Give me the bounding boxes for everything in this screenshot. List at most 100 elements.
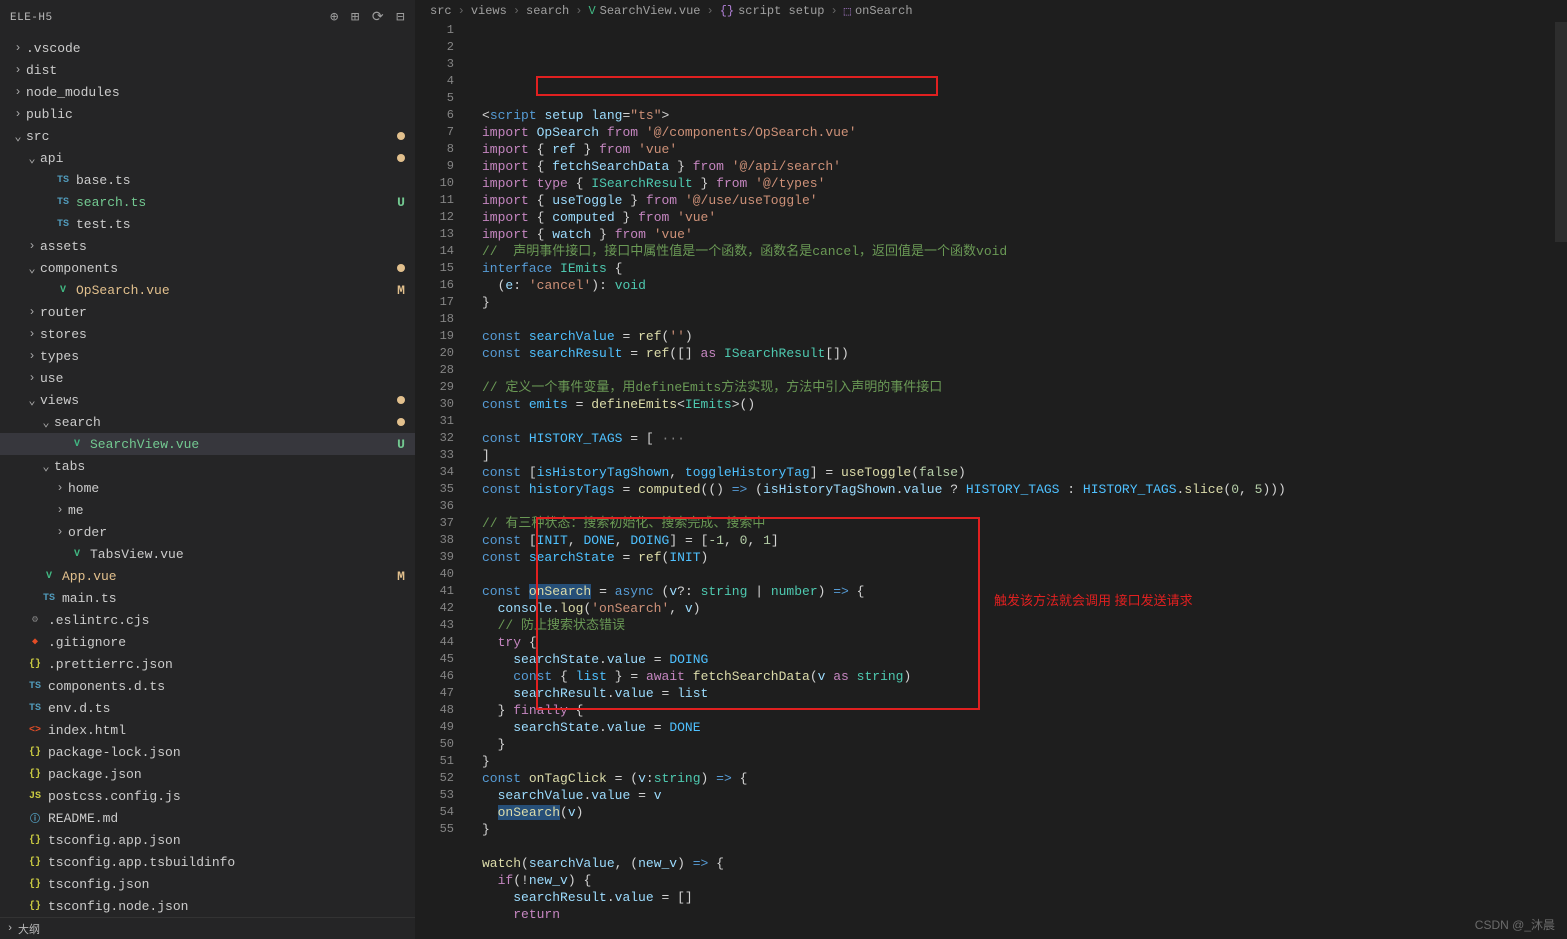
tree-item[interactable]: ⌄tabs [0,455,415,477]
tree-item[interactable]: ◆.gitignore [0,631,415,653]
code-line[interactable]: import { watch } from 'vue' [482,226,1555,243]
code-line[interactable]: const HISTORY_TAGS = [ ··· [482,430,1555,447]
code-line[interactable] [482,413,1555,430]
tree-item[interactable]: TSbase.ts [0,169,415,191]
tree-item[interactable]: ›router [0,301,415,323]
tree-item[interactable]: ⌄components [0,257,415,279]
code-line[interactable]: // 声明事件接口，接口中属性值是一个函数，函数名是cancel，返回值是一个函… [482,243,1555,260]
code-line[interactable]: import { computed } from 'vue' [482,209,1555,226]
code-line[interactable]: searchResult.value = [] [482,889,1555,906]
tree-item[interactable]: ›public [0,103,415,125]
code-line[interactable] [482,311,1555,328]
collapse-icon[interactable]: ⊟ [396,9,405,26]
code-line[interactable]: if(!new_v) { [482,872,1555,889]
code-line[interactable]: <script setup lang="ts"> [482,107,1555,124]
code-line[interactable]: return [482,906,1555,923]
tree-item[interactable]: {}package-lock.json [0,741,415,763]
tree-item[interactable]: ›home [0,477,415,499]
tree-item[interactable]: ›.vscode [0,37,415,59]
code-line[interactable]: const emits = defineEmits<IEmits>() [482,396,1555,413]
breadcrumb-item[interactable]: onSearch [855,4,913,18]
code-editor[interactable]: 1234567891011121314151617181920282930313… [416,22,1567,939]
tree-item[interactable]: TSenv.d.ts [0,697,415,719]
code-line[interactable] [482,498,1555,515]
code-line[interactable]: // 有三种状态：搜索初始化、搜索完成、搜索中 [482,515,1555,532]
breadcrumb-item[interactable]: SearchView.vue [600,4,701,18]
code-line[interactable]: } [482,821,1555,838]
tree-item[interactable]: TSmain.ts [0,587,415,609]
tree-item[interactable]: TScomponents.d.ts [0,675,415,697]
code-line[interactable]: const searchValue = ref('') [482,328,1555,345]
tree-item[interactable]: TSsearch.tsU [0,191,415,213]
outline-section[interactable]: › 大纲 [0,917,415,939]
code-line[interactable]: import { useToggle } from '@/use/useTogg… [482,192,1555,209]
code-line[interactable]: const searchState = ref(INIT) [482,549,1555,566]
code-line[interactable]: searchState.value = DOING [482,651,1555,668]
tree-item[interactable]: ⌄src [0,125,415,147]
tree-item[interactable]: ›node_modules [0,81,415,103]
breadcrumb-item[interactable]: views [471,4,507,18]
code-line[interactable]: try { [482,634,1555,651]
tree-item[interactable]: ›stores [0,323,415,345]
breadcrumb-item[interactable]: search [526,4,569,18]
tree-item[interactable]: ⌄views [0,389,415,411]
code-line[interactable]: ] [482,447,1555,464]
tree-item[interactable]: VApp.vueM [0,565,415,587]
code-line[interactable]: // 防止搜索状态错误 [482,617,1555,634]
code-line[interactable]: import type { ISearchResult } from '@/ty… [482,175,1555,192]
code-line[interactable]: const historyTags = computed(() => (isHi… [482,481,1555,498]
tree-item[interactable]: VSearchView.vueU [0,433,415,455]
tree-item[interactable]: ›order [0,521,415,543]
code-line[interactable]: const onTagClick = (v:string) => { [482,770,1555,787]
code-line[interactable]: } [482,753,1555,770]
code-line[interactable]: searchResult.value = list [482,685,1555,702]
code-line[interactable] [482,362,1555,379]
code-line[interactable]: const { list } = await fetchSearchData(v… [482,668,1555,685]
tree-item[interactable]: ›use [0,367,415,389]
refresh-icon[interactable]: ⟳ [372,9,384,26]
tree-item[interactable]: ⓘREADME.md [0,807,415,829]
tree-item[interactable]: {}package.json [0,763,415,785]
tree-item[interactable]: {}tsconfig.app.json [0,829,415,851]
minimap-thumb[interactable] [1555,22,1567,242]
breadcrumb-item[interactable]: src [430,4,452,18]
tree-item[interactable]: ⌄api [0,147,415,169]
breadcrumb[interactable]: src› views› search› V SearchView.vue› {}… [416,0,1567,22]
code-line[interactable] [482,566,1555,583]
code-line[interactable]: } [482,736,1555,753]
tree-item[interactable]: VOpSearch.vueM [0,279,415,301]
tree-item[interactable]: VTabsView.vue [0,543,415,565]
code-line[interactable] [482,838,1555,855]
code-line[interactable]: onSearch(v) [482,804,1555,821]
tree-item[interactable]: {}tsconfig.app.tsbuildinfo [0,851,415,873]
code-line[interactable]: import { ref } from 'vue' [482,141,1555,158]
new-folder-icon[interactable]: ⊞ [351,9,360,26]
tree-item[interactable]: ⚙.eslintrc.cjs [0,609,415,631]
tree-item[interactable]: TStest.ts [0,213,415,235]
minimap[interactable] [1555,22,1567,939]
code-line[interactable]: // 定义一个事件变量，用defineEmits方法实现，方法中引入声明的事件接… [482,379,1555,396]
code-line[interactable]: searchValue.value = v [482,787,1555,804]
code-line[interactable]: } finally { [482,702,1555,719]
tree-item[interactable]: ›types [0,345,415,367]
code-line[interactable]: const searchResult = ref([] as ISearchRe… [482,345,1555,362]
tree-item[interactable]: {}.prettierrc.json [0,653,415,675]
tree-item[interactable]: {}tsconfig.json [0,873,415,895]
code-line[interactable]: import { fetchSearchData } from '@/api/s… [482,158,1555,175]
tree-item[interactable]: {}tsconfig.node.json [0,895,415,917]
breadcrumb-item[interactable]: script setup [738,4,824,18]
tree-item[interactable]: ›assets [0,235,415,257]
tree-item[interactable]: ›dist [0,59,415,81]
code-line[interactable]: searchState.value = DONE [482,719,1555,736]
code-content[interactable]: 触发该方法就会调用 接口发送请求 <script setup lang="ts"… [472,22,1555,939]
file-tree[interactable]: ›.vscode›dist›node_modules›public⌄src⌄ap… [0,35,415,917]
code-line[interactable]: const [INIT, DONE, DOING] = [-1, 0, 1] [482,532,1555,549]
code-line[interactable]: interface IEmits { [482,260,1555,277]
code-line[interactable]: const [isHistoryTagShown, toggleHistoryT… [482,464,1555,481]
tree-item[interactable]: ›me [0,499,415,521]
tree-item[interactable]: ⌄search [0,411,415,433]
tree-item[interactable]: JSpostcss.config.js [0,785,415,807]
code-line[interactable]: import OpSearch from '@/components/OpSea… [482,124,1555,141]
tree-item[interactable]: <>index.html [0,719,415,741]
new-file-icon[interactable]: ⊕ [330,9,339,26]
